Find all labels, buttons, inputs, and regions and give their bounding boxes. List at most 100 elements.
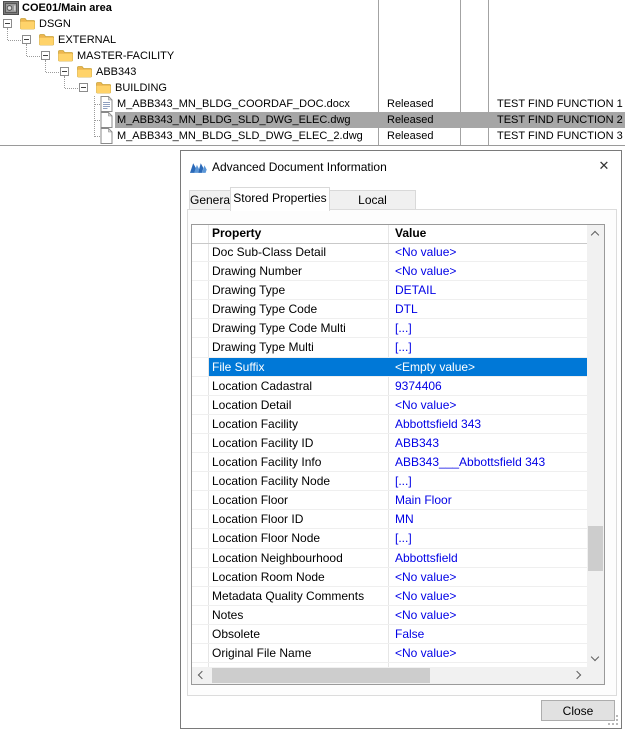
property-row[interactable]: Original File Name <No value> (192, 644, 587, 664)
tab-stored-properties[interactable]: Stored Properties (230, 187, 330, 211)
property-value: <No value> (395, 569, 457, 584)
document-row[interactable]: M_ABB343_MN_BLDG_COORDAF_DOC.docx Releas… (0, 96, 625, 112)
property-value: DETAIL (395, 283, 437, 298)
advanced-document-information-dialog: Advanced Document Information ✕ General … (180, 150, 622, 729)
property-row[interactable]: Drawing Type DETAIL (192, 281, 587, 301)
property-row[interactable]: Drawing Type Code DTL (192, 300, 587, 320)
property-name: Obsolete (212, 626, 261, 641)
property-value: [...] (395, 474, 412, 489)
close-icon[interactable]: ✕ (587, 151, 621, 181)
property-value: <No value> (395, 245, 457, 259)
document-find-label: TEST FIND FUNCTION 1 (497, 98, 623, 110)
column-header-value[interactable]: Value (395, 225, 426, 242)
property-row[interactable]: Location Detail <No value> (192, 396, 587, 415)
document-tree-panel: COE01/Main area DSGN EXTERNAL MASTER-FAC… (0, 0, 625, 146)
property-name: Doc Sub-Class Detail (212, 245, 327, 259)
scroll-down-button[interactable] (587, 650, 604, 667)
property-name: Location Detail (212, 397, 292, 412)
collapse-expander-icon[interactable] (79, 83, 88, 92)
property-row[interactable]: Obsolete False (192, 625, 587, 644)
property-row[interactable]: Doc Sub-Class Detail <No value> (192, 243, 587, 263)
vertical-scrollbar[interactable] (587, 225, 604, 667)
document-name: M_ABB343_MN_BLDG_COORDAF_DOC.docx (117, 98, 350, 110)
property-row[interactable]: Location Cadastral 9374406 (192, 377, 587, 396)
column-header-property[interactable]: Property (212, 225, 261, 242)
property-row[interactable]: Drawing Type Multi [...] (192, 338, 587, 358)
horizontal-scrollbar[interactable] (192, 667, 587, 684)
property-name: Drawing Number (212, 264, 303, 279)
horizontal-scrollbar-thumb[interactable] (212, 668, 430, 683)
collapse-expander-icon[interactable] (3, 19, 12, 28)
dialog-titlebar[interactable]: Advanced Document Information ✕ (181, 151, 621, 185)
property-name: Location Facility Node (212, 474, 331, 489)
document-row[interactable]: M_ABB343_MN_BLDG_SLD_DWG_ELEC_2.dwg Rele… (0, 128, 625, 144)
resize-grip[interactable] (608, 715, 618, 725)
property-value: [...] (395, 321, 412, 336)
property-value: <No value> (395, 397, 457, 412)
collapse-expander-icon[interactable] (60, 67, 69, 76)
document-name: M_ABB343_MN_BLDG_SLD_DWG_ELEC.dwg (117, 114, 351, 126)
document-find-label: TEST FIND FUNCTION 2 (497, 114, 623, 126)
collapse-expander-icon[interactable] (22, 35, 31, 44)
property-name: Location Facility (212, 416, 299, 431)
property-row[interactable]: Drawing Number <No value> (192, 262, 587, 282)
dialog-title: Advanced Document Information (212, 160, 387, 174)
vertical-scrollbar-thumb[interactable] (588, 526, 603, 571)
property-value: <Empty value> (395, 359, 476, 374)
tree-row-folder[interactable]: ABB343 (0, 64, 625, 80)
tab-local-workspace[interactable]: Local Workspace (329, 190, 416, 225)
close-button[interactable]: Close (541, 700, 615, 721)
property-name: Metadata Quality Comments (212, 588, 365, 603)
tree-row-folder[interactable]: EXTERNAL (0, 32, 625, 48)
word-document-icon (100, 96, 113, 112)
document-row-selected[interactable]: M_ABB343_MN_BLDG_SLD_DWG_ELEC.dwg Releas… (0, 112, 625, 128)
scrollbar-corner (587, 667, 604, 684)
property-value: ABB343 (395, 435, 440, 450)
property-name: Original File Name (212, 645, 312, 660)
scroll-left-button[interactable] (192, 667, 209, 684)
tree-row-folder[interactable]: BUILDING (0, 80, 625, 96)
folder-icon (39, 34, 54, 46)
property-row[interactable]: File Suffix <Empty value> (192, 357, 587, 377)
property-row[interactable]: Location Floor Node [...] (192, 529, 587, 549)
property-row[interactable]: Location Floor Main Floor (192, 491, 587, 511)
property-row[interactable]: Location Facility Node [...] (192, 472, 587, 492)
chevron-right-icon (572, 670, 582, 680)
folder-icon (58, 50, 73, 62)
property-name: Location Floor ID (212, 512, 304, 527)
property-name: Drawing Type Code Multi (212, 321, 346, 336)
property-row[interactable]: Location Neighbourhood Abbottsfield (192, 549, 587, 568)
scroll-right-button[interactable] (570, 667, 587, 684)
property-row[interactable]: Location Facility Abbottsfield 343 (192, 415, 587, 434)
property-row[interactable]: Location Facility Info ABB343___Abbottsf… (192, 453, 587, 473)
property-row[interactable]: Drawing Type Code Multi [...] (192, 319, 587, 339)
property-value: 9374406 (395, 378, 442, 393)
property-row[interactable]: Location Floor ID MN (192, 510, 587, 530)
chevron-down-icon (590, 652, 600, 662)
property-row[interactable]: Location Room Node <No value> (192, 568, 587, 587)
document-status: Released (387, 114, 434, 126)
tree-root-label: COE01/Main area (22, 2, 112, 14)
scroll-up-button[interactable] (587, 225, 604, 242)
vault-icon (3, 1, 19, 15)
property-row[interactable]: Notes <No value> (192, 606, 587, 625)
property-value: <No value> (395, 645, 457, 660)
property-name: File Suffix (212, 359, 265, 374)
property-row[interactable]: Location Facility ID ABB343 (192, 434, 587, 454)
property-name: Location Room Node (212, 569, 325, 584)
property-row[interactable]: Metadata Quality Comments <No value> (192, 587, 587, 606)
property-value: <No value> (395, 264, 457, 279)
folder-icon (20, 18, 35, 30)
chevron-up-icon (590, 230, 600, 240)
tree-folder-label: EXTERNAL (58, 34, 117, 46)
document-find-label: TEST FIND FUNCTION 3 (497, 130, 623, 142)
document-name: M_ABB343_MN_BLDG_SLD_DWG_ELEC_2.dwg (117, 130, 363, 142)
collapse-expander-icon[interactable] (41, 51, 50, 60)
property-name: Location Cadastral (212, 378, 313, 393)
property-value: MN (395, 512, 414, 527)
tab-general[interactable]: General (189, 190, 233, 210)
tree-row-folder[interactable]: DSGN (0, 16, 625, 32)
tree-row-root[interactable]: COE01/Main area (0, 0, 625, 16)
property-value: [...] (395, 340, 412, 355)
tree-row-folder[interactable]: MASTER-FACILITY (0, 48, 625, 64)
